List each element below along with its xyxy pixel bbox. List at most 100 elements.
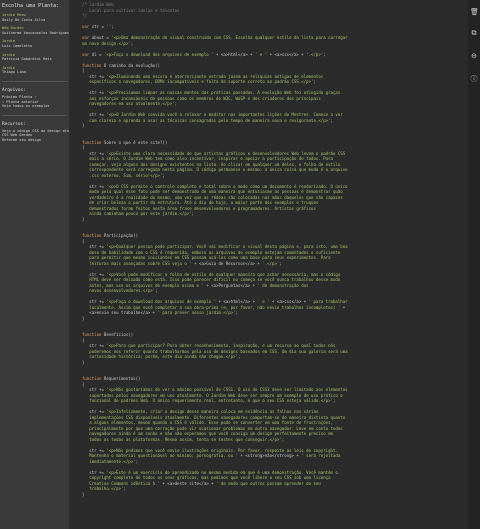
code-string: funcional de padrões Web. O único requer…	[82, 398, 333, 403]
code-string: .css externo. Sim, sério!</p>'	[82, 172, 163, 178]
code-text: +	[340, 304, 346, 310]
code-text: ;	[279, 260, 282, 266]
code-string: Mantenha o material questionável ao míni…	[82, 453, 238, 458]
code-text: about =	[89, 35, 112, 40]
design-author: Daily De Costa Silva	[2, 17, 46, 22]
code-string: HTML deve ser deixado como está. Isso po…	[82, 277, 341, 282]
code-string: leituras mais avançadas sobre CSS veja o…	[82, 260, 192, 266]
code-text: + <a>deste site</a> +	[159, 480, 217, 486]
design-author: Thiago Lima	[2, 70, 26, 75]
code-text: ;	[111, 24, 114, 29]
code-string: ' de modo que outros possam aprender do …	[216, 480, 321, 486]
code-string: Creative Commons idêntica à '	[82, 480, 160, 486]
design-entry[interactable]: Jardim Thiago Lima	[0, 66, 69, 75]
code-string: '<p>O Jardim Web convida você a relaxar …	[106, 112, 343, 117]
resources-heading: Recursos:	[2, 121, 26, 127]
code-text: str +=	[82, 90, 107, 95]
code-string: '<p>Uma demonstração do visual construíd…	[111, 35, 348, 40]
code-text: str +=	[82, 183, 107, 189]
code-text: <a>envie seu trabalho</a> +	[82, 310, 158, 315]
code-text: }	[82, 359, 85, 365]
code-string: novos desenvolvedores.</p>'	[82, 288, 156, 293]
code-text: + <a>html</a> +	[213, 51, 255, 57]
design-entry[interactable]: Jardim Luis Camelatto	[0, 39, 69, 48]
sidebar: Escolha uma Planta: Jardim Meow Daily De …	[0, 0, 69, 529]
code-string: '<p>Iluminando uma escura e aterrorizant…	[106, 73, 324, 79]
code-string: todos as todas as plataformas. Mesmo ass…	[82, 436, 282, 442]
code-string: ' e '	[255, 51, 268, 57]
code-comment: /* Jardim Web	[82, 2, 114, 7]
code-string: '<p>Nós pedimos que você envie ilustraçõ…	[106, 447, 338, 453]
code-string: principalmente por que uma correção pode…	[82, 425, 343, 431]
design-entry[interactable]: Jardim Meow Daily De Costa Silva	[0, 13, 69, 22]
code-text: Participação()	[101, 233, 139, 238]
code-string: copyright completo de todos os seus gráf…	[82, 475, 331, 480]
code-text: str +=	[82, 387, 107, 392]
design-entry[interactable]: Web Garden Guilherme Vasconcelos Rodrigue…	[0, 26, 69, 35]
code-comment: */	[82, 13, 87, 18]
code-string: modo pelo qual esse fato pode ser demons…	[82, 189, 343, 194]
code-string: '<p>Nós gostaríamos de ver o máximo poss…	[106, 387, 348, 392]
code-string: '<p>Existe uma clara necessidade de que …	[106, 150, 346, 156]
code-string: '<p>Faça o download dos arquivos de exem…	[103, 51, 214, 57]
code-string: específicos a navegadores, DOMs incompat…	[82, 79, 314, 84]
code-text: + <a>Perguntas</a> +	[203, 282, 258, 288]
code-string: '.</p>'	[262, 260, 280, 266]
code-string: '<p>Para que participar? Para obter reco…	[106, 343, 336, 348]
code-string: ' e '	[257, 299, 270, 304]
code-line: }	[82, 492, 462, 498]
code-text: {	[82, 68, 85, 73]
code-text: str +=	[82, 271, 107, 277]
code-string: localmente. Assim que você completar a s…	[82, 304, 341, 310]
code-text: str +=	[82, 150, 107, 156]
code-text: ;	[191, 211, 195, 216]
code-keyword: function	[82, 376, 102, 381]
code-keyword: function	[82, 62, 102, 68]
code-string: começar, veja alguns dos designs existen…	[82, 161, 341, 167]
copy-icon[interactable]: ⧉	[470, 29, 478, 37]
code-text: Benefícios()	[101, 332, 134, 337]
code-string: '<p>O CSS permite o controle completo e …	[106, 183, 348, 189]
code-string: '<p>Infelizmente, criar o design desse m…	[106, 409, 319, 414]
code-text: }	[82, 315, 85, 321]
design-author: Patricia Gabardini Reis	[2, 57, 52, 62]
code-text: + <a>css</a> +	[269, 299, 309, 304]
code-text: {	[82, 381, 85, 387]
resource-link[interactable]: Reforme seu design	[2, 138, 67, 143]
code-view: /* Jardim Web Local para cultivar ideias…	[82, 2, 462, 529]
close-circle-icon[interactable]: ⊖	[470, 52, 478, 60]
code-text: dl =	[89, 51, 104, 57]
code-text: + <a>html</a> +	[216, 299, 258, 304]
code-string: dose de habilidade com o CSS é requerida…	[82, 249, 341, 255]
code-string: navegadores ainda é um sonho e não não e…	[82, 431, 333, 436]
code-string: navegadores em uso atualmente.</p>'	[82, 101, 175, 106]
sidebar-divider	[2, 80, 67, 82]
code-string: poderemos nos referir quanto trabalharmo…	[82, 348, 348, 354]
code-text: {	[82, 238, 85, 244]
code-text: ;	[330, 117, 333, 123]
code-text: str +=	[82, 112, 107, 117]
code-string: trabalho.</p>'	[82, 486, 124, 491]
code-text: + <a>Guia de Recursos</a> +	[191, 260, 263, 266]
code-text: + <a>css</a> +	[267, 51, 307, 57]
file-link[interactable]: Veja todos os exemplos	[2, 104, 67, 109]
code-text: str +=	[82, 447, 107, 453]
trash-icon[interactable]: 🗑	[470, 8, 479, 16]
code-string: '<p>Qualquer pessoa pode participar. Voc…	[106, 244, 348, 249]
code-string: mais a sério. O Jardim Web tem como alvo…	[82, 156, 333, 161]
code-string: imediatamente.</p>'	[82, 458, 136, 464]
sidebar-divider	[2, 114, 67, 116]
info-icon[interactable]: ⓘ	[470, 75, 478, 83]
code-string: demonstrados foram feitos nesta área fra…	[82, 205, 316, 211]
code-string: ' será rejeitada	[301, 453, 341, 458]
code-string: ' para trabalhar	[308, 299, 348, 304]
code-text: str +=	[82, 299, 107, 304]
code-string: aos esforços incansáveis de pessoas como…	[82, 95, 321, 101]
code-string: ainda caminham pouco por este jardim.</p…	[82, 211, 192, 216]
code-text: {	[82, 337, 85, 343]
code-text: str +=	[82, 469, 107, 475]
code-text: ;	[174, 101, 178, 106]
code-block: /* Jardim Web Local para cultivar ideias…	[82, 2, 462, 497]
code-text: str +=	[82, 73, 107, 79]
design-entry[interactable]: Jardim Patricia Gabardini Reis	[0, 53, 69, 62]
